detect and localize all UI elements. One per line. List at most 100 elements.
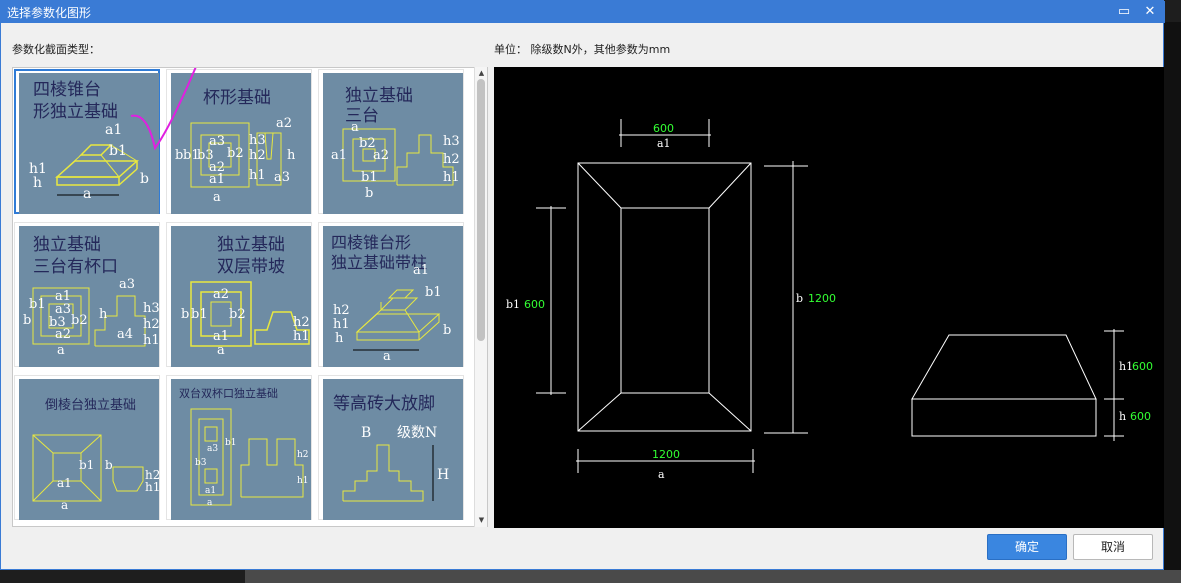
tile-dim-label: b1 — [29, 297, 46, 312]
dim-right-label: b — [796, 292, 803, 305]
tile-dim-label: h3 — [443, 134, 460, 149]
tile-dim-label: a — [217, 343, 225, 358]
shape-tile-frustum-with-column[interactable]: 四棱锥台形 独立基础带柱 a1 b1 h2 h1 h a b — [318, 222, 464, 367]
tile-dim-label: h1 — [333, 317, 350, 332]
tile-dim-label: b3 — [195, 458, 207, 468]
shape-tile-three-step-cup[interactable]: 独立基础 三台有杯口 b1 b a1 a3 b3 b2 a2 a a3 h a4… — [14, 222, 160, 367]
tile-dim-label: a2 — [373, 148, 389, 163]
backdrop-status-strip — [245, 570, 1181, 583]
gallery-scrollbar[interactable]: ▲ ▼ — [474, 67, 487, 527]
tile-dim-label: h2 — [143, 317, 159, 332]
backdrop-canvas-edge — [1164, 22, 1181, 570]
tile-dim-label: h1 — [145, 480, 159, 494]
tile-dim-label: b2 — [71, 313, 88, 328]
tile-dim-label: a — [351, 120, 359, 135]
tile-dim-label: b — [365, 186, 373, 201]
tile-title-line: 三台有杯口 — [33, 257, 118, 277]
dim-h-value: 600 — [1130, 410, 1151, 423]
tile-title-line: 独立基础 — [33, 235, 101, 255]
tile-dim-label: B — [361, 425, 371, 441]
tile-dim-label: h2 — [293, 315, 310, 330]
tile-dim-label: a — [213, 190, 221, 205]
tile-title-line: 倒棱台独立基础 — [45, 397, 136, 413]
dialog-titlebar[interactable]: 选择参数化图形 ▭ ✕ — [1, 1, 1165, 23]
tile-dim-label: a — [83, 186, 91, 202]
shape-tile-three-step-foundation[interactable]: 独立基础 三台 a a1 b2 a2 b1 b h3 h2 h1 — [318, 69, 464, 214]
tile-dim-label: a — [61, 498, 68, 512]
tile-dim-label: a1 — [213, 329, 229, 344]
tile-dim-label: a3 — [274, 170, 290, 185]
tile-dim-label: h3 — [143, 301, 159, 316]
tile-dim-label: b1 — [191, 307, 208, 322]
tile-dim-label: h — [99, 307, 108, 322]
tile-dim-label: h1 — [143, 333, 159, 348]
tile-dim-label: a2 — [276, 116, 292, 131]
tile-thumbnail: 四棱锥台形 独立基础带柱 a1 b1 h2 h1 h a b — [323, 226, 463, 367]
tile-dim-label: h — [335, 331, 344, 346]
tile-dim-label: b1 — [79, 458, 94, 472]
dim-bottom-label: a — [658, 468, 665, 481]
tile-dim-label: a — [57, 343, 65, 358]
tile-thumbnail: 独立基础 三台有杯口 b1 b a1 a3 b3 b2 a2 a a3 h a4… — [19, 226, 159, 367]
shape-tile-double-slope[interactable]: 独立基础 双层带坡 b b1 a2 b2 a1 a h2 h1 — [166, 222, 312, 367]
tile-dim-label: h1 — [293, 329, 310, 344]
close-icon[interactable]: ✕ — [1139, 2, 1161, 22]
tile-dim-label: a2 — [213, 287, 229, 302]
dim-h1-value: 600 — [1132, 360, 1153, 373]
tile-dim-label: a1 — [331, 148, 347, 163]
dim-right-value: 1200 — [808, 292, 836, 305]
scroll-up-arrow-icon[interactable]: ▲ — [476, 68, 487, 78]
shape-gallery: 四棱锥台 形独立基础 a1 b1 h1 h a b 杯形基础 b b1 b3 b… — [12, 67, 488, 527]
shape-tile-inverted-frustum[interactable]: 倒棱台独立基础 b1 a1 a b h2 h1 — [14, 375, 160, 520]
section-type-label: 参数化截面类型： — [12, 43, 100, 56]
parametric-shape-dialog: 选择参数化图形 ▭ ✕ 参数化截面类型： 单位： 除级数N外，其他参数为mm 四… — [0, 0, 1165, 570]
shape-tile-brick-footing[interactable]: 等高砖大放脚 B 级数N H — [318, 375, 464, 520]
tile-title-line: 独立基础 — [217, 235, 285, 255]
tile-dim-label: a1 — [205, 486, 216, 496]
maximize-icon[interactable]: ▭ — [1113, 2, 1135, 22]
scrollbar-thumb[interactable] — [477, 79, 485, 341]
tile-dim-label: b — [105, 458, 113, 472]
dim-top-label: a1 — [657, 137, 671, 150]
tile-thumbnail: 双台双杯口独立基础 a3 b3 b1 a1 a h2 h1 — [171, 379, 311, 520]
dim-bottom-value: 1200 — [652, 448, 680, 461]
tile-dim-label: h1 — [297, 476, 309, 486]
tile-title-line: 双台双杯口独立基础 — [179, 386, 278, 400]
tile-dim-label: a — [383, 349, 391, 364]
tile-dim-label: h — [287, 148, 296, 163]
check-mark-annotation — [130, 68, 197, 151]
preview-drawing: 600 a1 b1 600 b 1200 1200 a h1 600 h 600 — [506, 119, 1153, 481]
tile-dim-label: a3 — [207, 444, 218, 454]
tile-thumbnail: 独立基础 三台 a a1 b2 a2 b1 b h3 h2 h1 — [323, 73, 463, 214]
tile-dim-label: b1 — [425, 285, 442, 300]
scroll-down-arrow-icon[interactable]: ▼ — [476, 515, 487, 525]
preview-canvas: 600 a1 b1 600 b 1200 1200 a h1 600 h 600 — [494, 67, 1164, 528]
tile-title-line: 双层带坡 — [217, 257, 285, 277]
tile-dim-label: b — [181, 307, 189, 322]
tile-dim-label: a4 — [117, 327, 133, 342]
cancel-button[interactable]: 取消 — [1073, 534, 1153, 560]
tile-dim-label: a1 — [413, 263, 429, 278]
dim-left-label: b1 — [506, 298, 520, 311]
tile-thumbnail: 独立基础 双层带坡 b b1 a2 b2 a1 a h2 h1 — [171, 226, 311, 367]
tile-thumbnail: 等高砖大放脚 B 级数N H — [323, 379, 463, 520]
tile-title-line: 等高砖大放脚 — [333, 394, 435, 414]
tile-dim-label: H — [437, 467, 449, 483]
dim-h1-label: h1 — [1119, 360, 1133, 373]
tile-dim-label: a — [207, 498, 213, 508]
tile-dim-label: a2 — [55, 327, 71, 342]
tile-dim-label: h1 — [443, 170, 460, 185]
tile-title-line: 独立基础 — [345, 86, 413, 106]
tile-dim-label: h2 — [333, 303, 350, 318]
shape-tile-double-cup[interactable]: 双台双杯口独立基础 a3 b3 b1 a1 a h2 h1 — [166, 375, 312, 520]
tile-dim-label: b2 — [229, 307, 246, 322]
dim-top-value: 600 — [653, 122, 674, 135]
tile-dim-label: h2 — [443, 152, 460, 167]
units-note: 单位： 除级数N外，其他参数为mm — [494, 43, 671, 56]
tile-thumbnail: 倒棱台独立基础 b1 a1 a b h2 h1 — [19, 379, 159, 520]
dialog-title: 选择参数化图形 — [7, 6, 92, 20]
tile-dim-label: 级数N — [397, 425, 437, 441]
tile-dim-label: b1 — [361, 170, 378, 185]
tile-dim-label: a3 — [119, 277, 135, 292]
ok-button[interactable]: 确定 — [987, 534, 1067, 560]
